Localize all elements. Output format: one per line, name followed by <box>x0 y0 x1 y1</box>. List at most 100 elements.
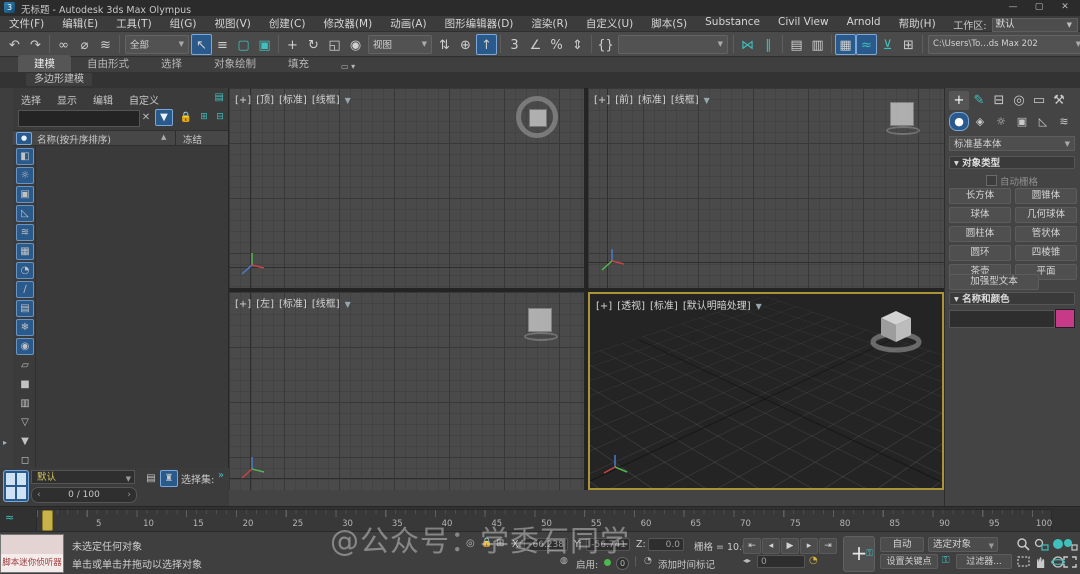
set-keys-button[interactable]: +⚿ <box>843 536 875 572</box>
object-button-1[interactable]: 长方体 <box>949 188 1011 204</box>
viewport-style[interactable]: [标准] <box>279 299 307 310</box>
explorer-menu-3[interactable]: 编辑 <box>85 92 121 107</box>
select-object-icon[interactable]: ↖ <box>191 34 212 55</box>
space-warps-icon[interactable]: ≋ <box>1054 112 1074 131</box>
play-icon[interactable]: ▶ <box>781 538 799 554</box>
viewport-front[interactable]: [+][前][标准][线框]▼ <box>588 88 944 288</box>
object-name-field[interactable] <box>949 310 1055 328</box>
per-view-filter-icon[interactable]: ▼ <box>756 302 762 311</box>
menubar-item-7[interactable]: 修改器(M) <box>314 16 381 31</box>
viewport-style[interactable]: [标准] <box>650 301 678 312</box>
viewport-name[interactable]: [透视] <box>617 301 645 312</box>
frame-indicator[interactable]: ‹ 0 / 100 › <box>31 487 137 503</box>
redo-icon[interactable]: ↷ <box>25 34 46 55</box>
per-view-filter-icon[interactable]: ▼ <box>704 96 710 105</box>
viewport-perspective-active[interactable]: [+] [透视] [标准] [默认明暗处理] ▼ <box>588 292 944 490</box>
collect-objects-icon[interactable]: ◻ <box>16 452 34 469</box>
viewcube[interactable] <box>516 96 558 138</box>
viewport-menu-plus[interactable]: [+] <box>596 301 612 312</box>
angle-snap-toggle-icon[interactable]: ∠ <box>525 34 546 55</box>
object-button-4[interactable]: 几何球体 <box>1015 207 1077 223</box>
menubar-item-8[interactable]: 动画(A) <box>381 16 435 31</box>
filter-lights-icon[interactable]: ☼ <box>16 167 34 184</box>
material-editor-icon[interactable]: ⊞ <box>898 34 919 55</box>
explorer-menu-4[interactable]: 自定义 <box>121 92 167 107</box>
advanced-filter-icon[interactable]: ▼ <box>16 433 34 450</box>
prev-arrow-icon[interactable]: ‹ <box>37 488 41 502</box>
explorer-list-area[interactable] <box>35 146 228 468</box>
minimize-button[interactable]: — <box>1000 0 1026 15</box>
lock-explorer-icon[interactable]: 🔒 <box>177 109 195 126</box>
filter-helpers-icon[interactable]: ◺ <box>16 205 34 222</box>
curve-editor-icon[interactable]: ≈ <box>856 34 877 55</box>
ribbon-collapse-icon[interactable]: ▭ ▾ <box>325 61 371 72</box>
filter-space-warps-icon[interactable]: ≋ <box>16 224 34 241</box>
filter-xrefs-icon[interactable]: ◔ <box>16 262 34 279</box>
filter-funnel-icon[interactable]: ▼ <box>155 109 173 126</box>
time-tag-icon[interactable]: ◔ <box>644 556 652 566</box>
explorer-menu-2[interactable]: 显示 <box>49 92 85 107</box>
viewport-style[interactable]: [标准] <box>279 95 307 106</box>
next-arrow-icon[interactable]: › <box>127 488 131 502</box>
select-and-link-icon[interactable]: ∞ <box>53 34 74 55</box>
y-coordinate-field[interactable]: -56.741 <box>586 538 630 551</box>
explorer-options-icon[interactable]: ▤ <box>215 92 224 103</box>
row-filter-icon[interactable]: ● <box>16 132 32 145</box>
degradation-icon[interactable]: ◍ <box>560 556 568 566</box>
go-to-start-icon[interactable]: ⇤ <box>743 538 761 554</box>
ribbon-tab-2[interactable]: 自由形式 <box>71 55 145 72</box>
bind-to-space-warp-icon[interactable]: ≋ <box>95 34 116 55</box>
selected-objects-dropdown[interactable]: 选定对象 ▼ <box>928 537 998 552</box>
filter-frozen-icon[interactable]: ❄ <box>16 319 34 336</box>
key-mode-toggle-icon[interactable]: ◔ <box>809 555 818 566</box>
ribbon-tab-5[interactable]: 填充 <box>272 55 325 72</box>
per-view-filter-icon[interactable]: ▼ <box>345 300 351 309</box>
keyboard-shortcut-override-icon[interactable]: ↑ <box>476 34 497 55</box>
viewport-shading[interactable]: [默认明暗处理] <box>683 301 751 312</box>
snaps-toggle-icon[interactable]: 3 <box>504 34 525 55</box>
ribbon-tab-3[interactable]: 选择 <box>145 55 198 72</box>
menubar-item-3[interactable]: 工具(T) <box>107 16 161 31</box>
mini-curve-editor-icon[interactable]: ≈ <box>5 511 14 524</box>
ribbon-toggle-icon[interactable]: ▦ <box>835 34 856 55</box>
polygon-modeling-panel[interactable]: 多边形建模 <box>26 73 92 86</box>
absolute-mode-icon[interactable]: ⊞ <box>496 538 504 549</box>
ribbon-tab-4[interactable]: 对象绘制 <box>198 55 272 72</box>
zoom-extents-all-icon[interactable] <box>1062 537 1078 551</box>
helpers-icon[interactable]: ◺ <box>1033 112 1053 131</box>
maximize-viewport-icon[interactable] <box>1062 555 1078 569</box>
menubar-item-4[interactable]: 组(G) <box>161 16 206 31</box>
tab-create-icon[interactable]: + <box>949 91 969 110</box>
pan-icon[interactable] <box>1033 555 1049 569</box>
viewport-style[interactable]: [标准] <box>638 95 666 106</box>
per-view-filter-icon[interactable]: ▼ <box>345 96 351 105</box>
viewcube-3d[interactable] <box>868 302 924 358</box>
viewport-layout-button[interactable] <box>3 470 29 502</box>
menubar-item-5[interactable]: 视图(V) <box>206 16 260 31</box>
project-folder-dropdown[interactable]: C:\Users\To…ds Max 202▼ <box>928 35 1080 54</box>
go-to-end-icon[interactable]: ⇥ <box>819 538 837 554</box>
key-filters-icon[interactable]: ⚿ <box>942 555 950 566</box>
menubar-item-11[interactable]: 自定义(U) <box>577 16 642 31</box>
autogrid-checkbox[interactable] <box>986 175 997 186</box>
menubar-item-15[interactable]: Arnold <box>838 16 890 31</box>
workspace-value[interactable]: 默认 <box>992 18 1078 32</box>
previous-frame-icon[interactable]: ◂ <box>762 538 780 554</box>
viewport-menu-plus[interactable]: [+] <box>235 299 251 310</box>
column-name-header[interactable]: 名称(按升序排序) <box>37 132 111 146</box>
key-filters-button[interactable]: 过滤器... <box>956 554 1012 569</box>
clear-search-icon[interactable]: ✕ <box>137 109 155 126</box>
object-button-7[interactable]: 圆环 <box>949 245 1011 261</box>
object-button-2[interactable]: 圆锥体 <box>1015 188 1077 204</box>
select-and-scale-icon[interactable]: ◱ <box>324 34 345 55</box>
auto-key-button[interactable]: 自动 <box>880 537 924 552</box>
dock-expand-icon[interactable]: ▸ <box>3 438 7 447</box>
explorer-column-header[interactable]: ● 名称(按升序排序) ▲ 冻结 <box>13 130 228 146</box>
filter-containers-icon[interactable]: ▤ <box>16 300 34 317</box>
viewport-shading[interactable]: [线框] <box>312 95 340 106</box>
viewport-menu-plus[interactable]: [+] <box>235 95 251 106</box>
object-color-swatch[interactable] <box>1055 309 1075 328</box>
edit-named-selection-sets-icon[interactable]: {} <box>595 34 616 55</box>
rectangular-selection-region-icon[interactable]: ▢ <box>233 34 254 55</box>
trackbar-expand-icon[interactable]: » <box>218 470 224 481</box>
